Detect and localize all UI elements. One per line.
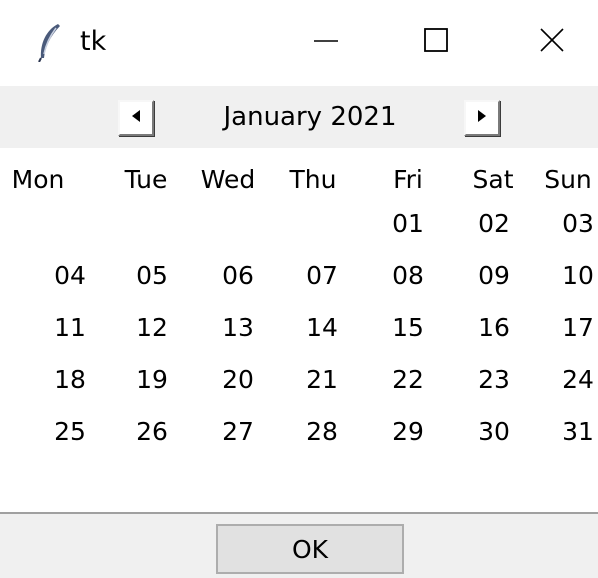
week-row: 25 26 27 28 29 30 31 [0, 412, 598, 464]
weekday-header: Mon [11, 165, 65, 194]
day-cell[interactable]: 31 [548, 412, 598, 452]
day-cell[interactable]: 07 [292, 256, 352, 296]
calendar-window: tk January 2021 Mon Tue Wed Thu Fri Sat … [0, 0, 598, 578]
day-cell[interactable]: 01 [378, 204, 438, 244]
maximize-button[interactable] [390, 0, 482, 84]
week-row: 04 05 06 07 08 09 10 [0, 256, 598, 308]
week-row: 01 02 03 [0, 204, 598, 256]
weekday-header: Wed [200, 165, 256, 194]
day-cell[interactable]: 18 [40, 360, 100, 400]
day-cell[interactable]: 04 [40, 256, 100, 296]
maximize-icon [422, 26, 450, 58]
day-cell[interactable]: 10 [548, 256, 598, 296]
day-cell[interactable]: 24 [548, 360, 598, 400]
calendar-grid: Mon Tue Wed Thu Fri Sat Sun 01 02 03 04 … [0, 160, 598, 464]
day-cell[interactable]: 26 [122, 412, 182, 452]
day-cell[interactable]: 15 [378, 308, 438, 348]
close-icon [538, 26, 566, 58]
day-cell[interactable]: 30 [464, 412, 524, 452]
month-navigation-bar: January 2021 [0, 86, 598, 148]
day-cell[interactable]: 25 [40, 412, 100, 452]
weekday-header: Sun [544, 165, 592, 194]
day-cell[interactable]: 08 [378, 256, 438, 296]
day-cell[interactable]: 16 [464, 308, 524, 348]
ok-button[interactable]: OK [216, 524, 404, 574]
previous-month-button[interactable] [118, 100, 154, 136]
day-cell[interactable]: 02 [464, 204, 524, 244]
minimize-button[interactable] [280, 0, 372, 84]
close-button[interactable] [506, 0, 598, 84]
next-month-button[interactable] [464, 100, 500, 136]
weekday-header: Thu [289, 165, 337, 194]
day-cell[interactable]: 27 [208, 412, 268, 452]
button-bar: OK [0, 512, 598, 578]
triangle-left-icon [129, 108, 143, 128]
window-title: tk [80, 26, 107, 57]
day-cell[interactable]: 05 [122, 256, 182, 296]
day-cell[interactable]: 29 [378, 412, 438, 452]
weekday-header-row: Mon Tue Wed Thu Fri Sat Sun [0, 160, 598, 204]
minimize-icon [312, 26, 340, 58]
weekday-header: Sat [472, 165, 514, 194]
day-cell[interactable]: 21 [292, 360, 352, 400]
weekday-header: Tue [124, 165, 168, 194]
day-cell[interactable]: 23 [464, 360, 524, 400]
triangle-right-icon [475, 108, 489, 128]
day-cell[interactable]: 17 [548, 308, 598, 348]
week-row: 18 19 20 21 22 23 24 [0, 360, 598, 412]
day-cell[interactable]: 12 [122, 308, 182, 348]
day-cell[interactable]: 28 [292, 412, 352, 452]
week-row: 11 12 13 14 15 16 17 [0, 308, 598, 360]
day-cell[interactable]: 19 [122, 360, 182, 400]
day-cell[interactable]: 11 [40, 308, 100, 348]
day-cell[interactable]: 14 [292, 308, 352, 348]
day-cell[interactable]: 09 [464, 256, 524, 296]
month-year-label: January 2021 [223, 102, 397, 132]
day-cell[interactable]: 20 [208, 360, 268, 400]
day-cell[interactable]: 06 [208, 256, 268, 296]
day-cell[interactable]: 03 [548, 204, 598, 244]
day-cell[interactable]: 13 [208, 308, 268, 348]
weekday-header: Fri [393, 165, 423, 194]
title-bar[interactable]: tk [0, 0, 598, 84]
day-cell[interactable]: 22 [378, 360, 438, 400]
feather-icon [36, 22, 64, 63]
